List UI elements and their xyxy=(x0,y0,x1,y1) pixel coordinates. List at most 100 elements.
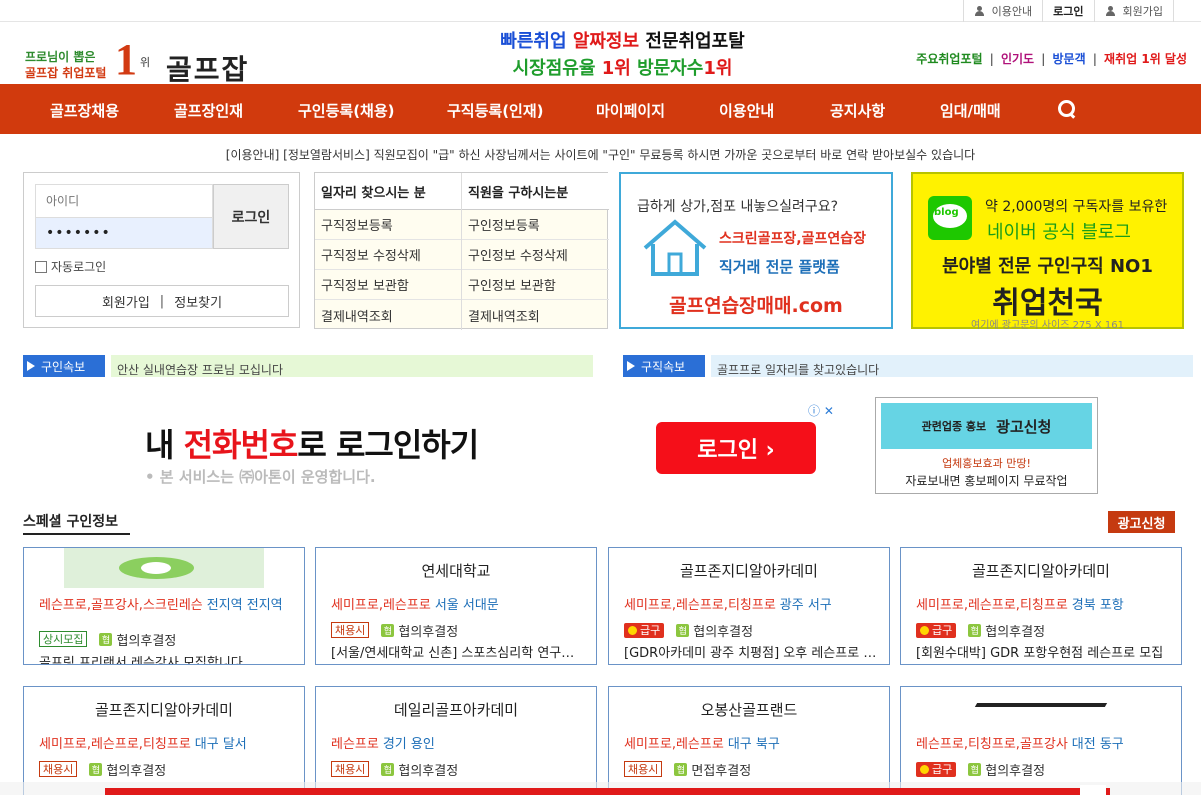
nav-item-guide[interactable]: 이용안내 xyxy=(719,100,774,121)
job-card[interactable]: 레슨프로,골프강사,스크린레슨 전지역 전지역 상시모집 협 협의후결정 골프링 프리랜서… xyxy=(23,547,305,665)
nav-item-lease-sale[interactable]: 임대/매매 xyxy=(940,100,1001,121)
header-headline: 빠른취업 알짜정보 전문취업포탈 시장점유율 1위 방문자수1위 xyxy=(470,28,775,82)
nav-item-post-resume[interactable]: 구직등록(인재) xyxy=(447,100,544,121)
util-join-link[interactable]: 회원가입 xyxy=(1093,0,1174,22)
utility-links: 이용안내 로그인 회원가입 xyxy=(962,0,1174,22)
nav-item-course-hiring[interactable]: 골프장채용 xyxy=(50,100,119,121)
id-input[interactable] xyxy=(35,184,213,217)
job-card-salary: 협의후결정 xyxy=(398,624,459,640)
job-card-company: 골프존지디알아카데미 xyxy=(679,562,818,580)
auto-login-checkbox[interactable] xyxy=(35,260,47,273)
job-card-roles: 세미프로,레슨프로 xyxy=(331,598,431,613)
search-icon[interactable] xyxy=(1058,100,1076,118)
headline-part7: 1위 xyxy=(703,58,733,79)
promo-ad-line2: 자료보내면 홍보페이지 무료작업 xyxy=(905,474,1068,488)
job-card[interactable]: 연세대학교 세미프로,레슨프로 서울 서대문 채용시 협 협의후결정 [서울/연세대학교 신… xyxy=(315,547,597,665)
users-icon xyxy=(974,6,988,16)
job-card-description: [GDR아카데미 광주 치평점] 오후 레슨프로 모집 xyxy=(624,646,879,661)
hirer-edit-link[interactable]: 구인정보 수정삭제 xyxy=(462,240,609,270)
adchoices-icon[interactable]: ⓘ ✕ xyxy=(808,402,834,419)
close-icon[interactable] xyxy=(1080,785,1106,795)
job-card[interactable]: 골프존지디알아카데미 세미프로,레슨프로,티칭프로 광주 서구 급구 협 협의후결정 [GD… xyxy=(608,547,890,665)
job-card[interactable]: 골프존지디알아카데미세미프로,레슨프로,티칭프로 대구 달서채용시 협 협의후결정 xyxy=(23,686,305,795)
promo-ad-title: 광고신청 xyxy=(996,417,1052,436)
blog-banner[interactable]: blog 약 2,000명의 구독자를 보유한 네이버 공식 블로그 분야별 전… xyxy=(911,172,1184,331)
login-button[interactable]: 로그인 xyxy=(213,184,289,249)
status-badge-text: 채용시 xyxy=(628,763,659,776)
ad-login-button[interactable]: 로그인 › xyxy=(656,422,816,474)
seeker-register-link[interactable]: 구직정보등록 xyxy=(315,210,461,240)
ranking-visitors: 방문객 xyxy=(1052,52,1086,66)
link-divider: | xyxy=(159,293,165,309)
find-info-link[interactable]: 정보찾기 xyxy=(174,292,222,311)
job-card-position: 세미프로,레슨프로,티칭프로 대구 달서 xyxy=(39,735,294,755)
logo-tag-line1: 프로님이 뽑은 xyxy=(25,50,96,64)
join-link[interactable]: 회원가입 xyxy=(102,292,150,311)
job-card-location: 경기 용인 xyxy=(382,737,435,752)
ad-subtext: • 본 서비스는 ㈜아톤이 운영합니다. xyxy=(145,468,376,486)
util-join-label: 회원가입 xyxy=(1122,5,1163,18)
hirer-storage-link[interactable]: 구인정보 보관함 xyxy=(462,270,609,300)
nav-item-course-talent[interactable]: 골프장인재 xyxy=(174,100,243,121)
store-sale-banner[interactable]: 급하게 상가,점포 내놓으실려구요? 스크린골프장,골프연습장 직거래 전문 플… xyxy=(619,172,893,329)
job-card-location: 광주 서구 xyxy=(779,598,832,613)
job-card-roles: 레슨프로 xyxy=(331,737,379,752)
job-card[interactable]: 데일리골프아카데미 레슨프로 경기 용인 채용시 협 협의후결정 xyxy=(315,686,597,795)
seek-ticker: 구직속보 골프프로 일자리를 찾고있습니다 xyxy=(623,355,1193,377)
status-badge-text: 급구 xyxy=(640,624,661,637)
auto-login[interactable]: 자동로그인 xyxy=(35,258,106,275)
util-guide-link[interactable]: 이용안내 xyxy=(962,0,1042,22)
banner-line2: 직거래 전문 플랫폼 xyxy=(719,258,840,276)
salary-icon: 협 xyxy=(381,762,395,776)
blog-ad-size: 여기에 광고문의 사이즈 275 X 161 xyxy=(971,320,1124,331)
password-input[interactable]: ••••••• xyxy=(35,217,213,249)
hire-ticker-message[interactable]: 안산 실내연습장 프로님 모십니다 xyxy=(111,355,593,377)
util-login-link[interactable]: 로그인 xyxy=(1042,0,1093,22)
blog-line3: 분야별 전문 구인구직 NO1 xyxy=(942,256,1153,277)
job-card[interactable]: 레슨프로,티칭프로,골프강사 대전 동구 급구 협 협의후결정 xyxy=(900,686,1182,795)
nav-item-mypage[interactable]: 마이페이지 xyxy=(596,100,665,121)
job-card-position: 레슨프로 경기 용인 xyxy=(331,735,586,755)
hirer-payment-link[interactable]: 결제내역조회 xyxy=(462,300,609,330)
hire-ticker-text: 안산 실내연습장 프로님 모십니다 xyxy=(117,363,284,377)
job-card-location: 대구 달서 xyxy=(194,737,247,752)
hirer-column: 직원을 구하시는분 구인정보등록 구인정보 수정삭제 구인정보 보관함 결제내역… xyxy=(462,173,609,330)
job-card-position: 세미프로,레슨프로,티칭프로 경북 포항 xyxy=(916,596,1171,616)
job-card-company: 골프존지디알아카데미 xyxy=(971,562,1110,580)
seek-ticker-message[interactable]: 골프프로 일자리를 찾고있습니다 xyxy=(711,355,1193,377)
headline-part2: 알짜정보 xyxy=(572,31,640,52)
job-card-location: 서울 서대문 xyxy=(434,598,499,613)
status-badge: 채용시 xyxy=(39,761,78,777)
job-card-roles: 레슨프로,티칭프로,골프강사 xyxy=(916,737,1068,752)
hirer-register-link[interactable]: 구인정보등록 xyxy=(462,210,609,240)
job-card-badges: 채용시 협 협의후결정 xyxy=(331,760,458,779)
job-card-salary: 면접후결정 xyxy=(691,763,752,779)
nav-item-notice[interactable]: 공지사항 xyxy=(830,100,885,121)
seeker-column: 일자리 찾으시는 분 구직정보등록 구직정보 수정삭제 구직정보 보관함 결제내… xyxy=(315,173,462,330)
job-card-position: 레슨프로,골프강사,스크린레슨 전지역 전지역 xyxy=(39,596,294,616)
logo-rank-number[interactable]: 1 xyxy=(115,38,137,82)
bottom-ad-bar[interactable] xyxy=(105,785,1110,795)
job-card-company: 골프존지디알아카데미 xyxy=(94,701,233,719)
auto-login-label: 자동로그인 xyxy=(51,260,107,274)
salary-icon: 협 xyxy=(676,623,690,637)
service-notice: [이용안내] [정보열람서비스] 직원모집이 "급" 하신 사장님께서는 사이트… xyxy=(225,148,976,162)
play-icon xyxy=(627,361,635,371)
job-card[interactable]: 오봉산골프랜드 세미프로,레슨프로 대구 북구 채용시 협 면접후결정 xyxy=(608,686,890,795)
ad-apply-button[interactable]: 광고신청 xyxy=(1108,511,1175,533)
seeker-storage-link[interactable]: 구직정보 보관함 xyxy=(315,270,461,300)
nav-item-post-job[interactable]: 구인등록(채용) xyxy=(298,100,395,121)
seeker-payment-link[interactable]: 결제내역조회 xyxy=(315,300,461,330)
xgolf-logo-icon xyxy=(961,697,1121,713)
play-icon xyxy=(27,361,35,371)
headline-part6: 방문자수 xyxy=(637,58,704,79)
job-card[interactable]: 골프존지디알아카데미 세미프로,레슨프로,티칭프로 경북 포항 급구 협 협의후결정 [회원… xyxy=(900,547,1182,665)
phone-login-ad[interactable]: 내 전화번호로 로그인하기 • 본 서비스는 ㈜아톤이 운영합니다. 로그인 ›… xyxy=(100,398,845,494)
site-logo[interactable]: 골프잡 xyxy=(166,48,249,88)
section-underline xyxy=(23,533,130,535)
logo-tagline[interactable]: 프로님이 뽑은 골프잡 취업포털 xyxy=(25,49,106,81)
job-card-badges: 채용시 협 협의후결정 xyxy=(39,760,166,779)
job-card-description: 골프링 프리랜서 레슨강사 모집합니다 xyxy=(39,656,243,665)
promo-ad-box[interactable]: 관련업종 홍보 광고신청 업체홍보효과 만땅! 자료보내면 홍보페이지 무료작업 xyxy=(875,397,1098,494)
seeker-edit-link[interactable]: 구직정보 수정삭제 xyxy=(315,240,461,270)
